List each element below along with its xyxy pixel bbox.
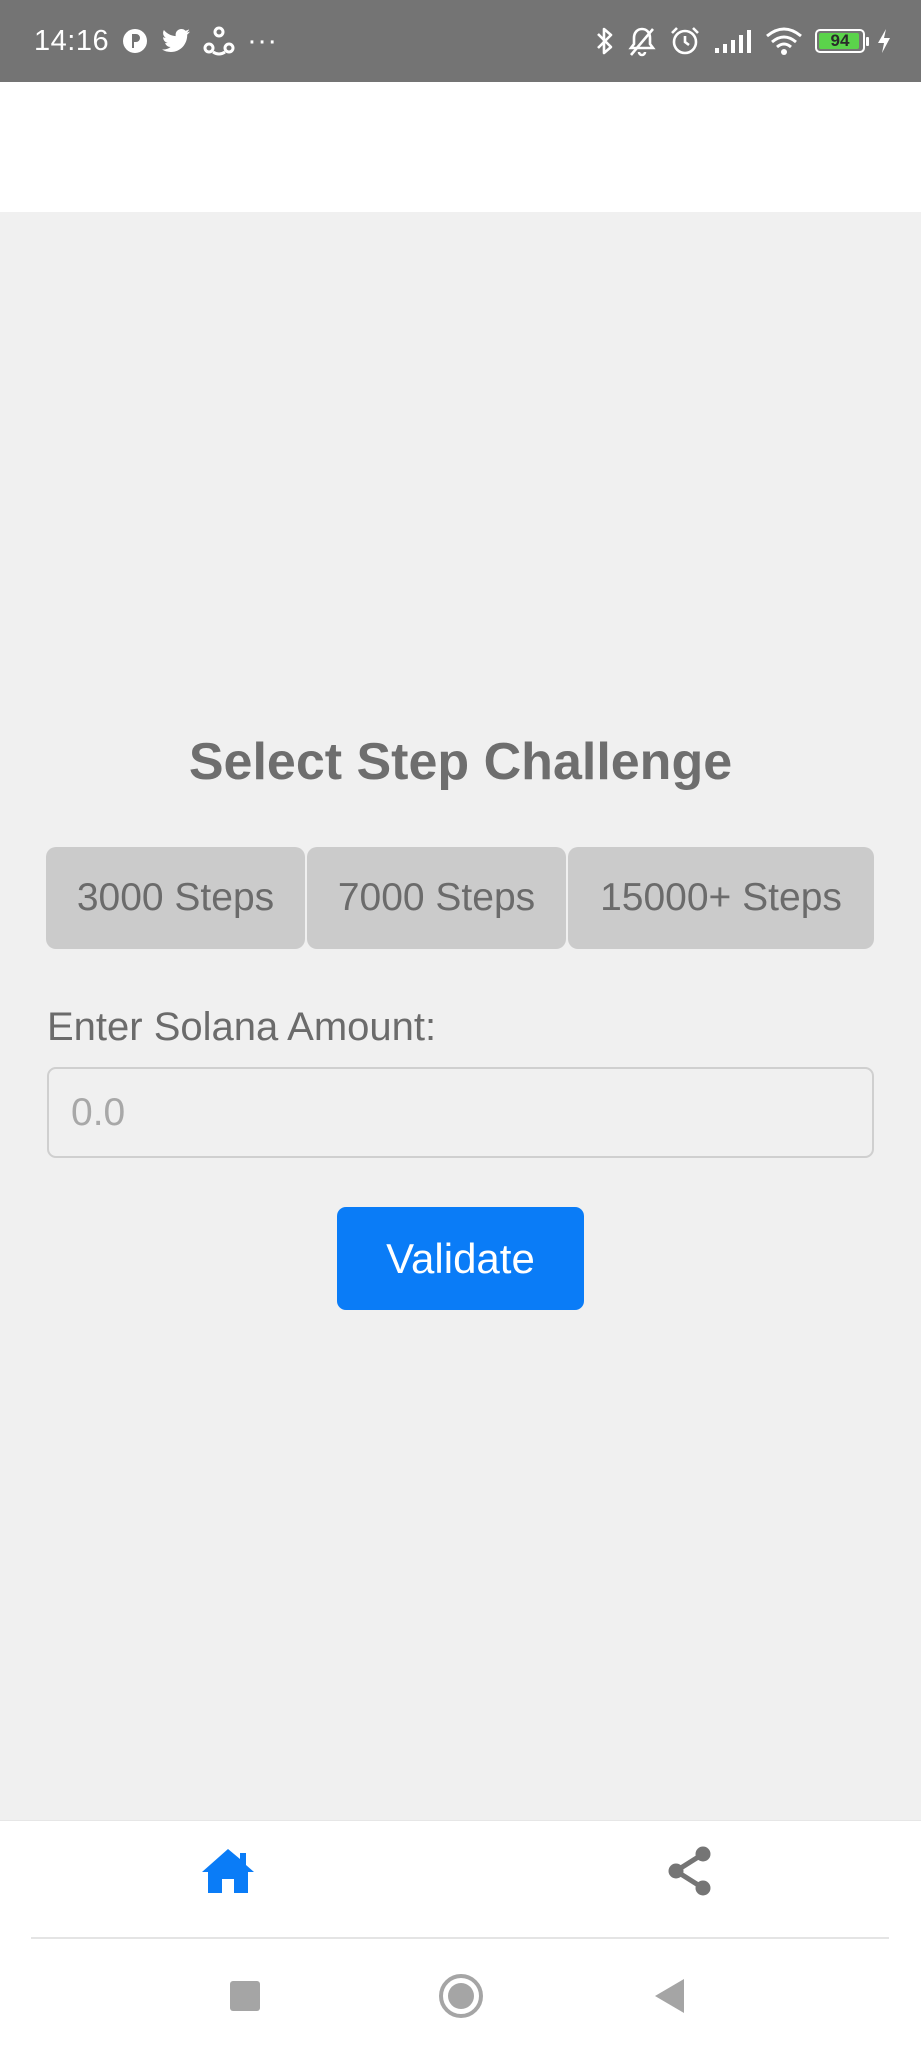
share-app-icon (203, 26, 235, 56)
step-option-15000-plus[interactable]: 15000+ Steps (568, 847, 874, 949)
charging-icon (877, 28, 891, 54)
tab-home[interactable] (198, 1841, 258, 1901)
recent-apps-icon[interactable] (230, 1981, 260, 2011)
bluetooth-icon (595, 25, 615, 57)
bell-off-icon (627, 25, 657, 57)
battery-icon: 94 (815, 29, 869, 53)
step-options: 3000 Steps 7000 Steps 15000+ Steps (46, 847, 874, 949)
system-nav-bar (0, 1939, 921, 2048)
battery-level: 94 (830, 31, 850, 50)
alarm-icon (669, 25, 701, 57)
wifi-icon (765, 26, 803, 56)
status-time: 14:16 (34, 24, 110, 57)
home-nav-icon-inner (448, 1983, 474, 2009)
status-bar-left: 14:16 ··· (34, 0, 278, 82)
step-option-7000[interactable]: 7000 Steps (307, 847, 566, 949)
page-title: Select Step Challenge (188, 733, 733, 791)
validate-button[interactable]: Validate (337, 1207, 584, 1310)
home-icon (202, 1849, 254, 1893)
p-app-icon (121, 27, 149, 55)
bottom-tab-bar (0, 1820, 921, 1938)
signal-icon (713, 28, 753, 54)
share-icon (668, 1846, 711, 1896)
main-content: Select Step Challenge 3000 Steps 7000 St… (0, 212, 921, 1820)
solana-amount-input[interactable] (47, 1067, 874, 1158)
solana-amount-label: Enter Solana Amount: (47, 1005, 437, 1049)
status-overflow: ··· (247, 24, 278, 57)
home-nav-icon[interactable] (439, 1974, 483, 2018)
step-option-3000[interactable]: 3000 Steps (46, 847, 305, 949)
back-icon[interactable] (655, 1979, 684, 2013)
app-header (0, 82, 921, 212)
status-bar-right: 94 (595, 0, 891, 82)
status-bar: 14:16 ··· 94 (0, 0, 921, 82)
twitter-icon (161, 28, 191, 54)
tab-share[interactable] (660, 1841, 720, 1901)
